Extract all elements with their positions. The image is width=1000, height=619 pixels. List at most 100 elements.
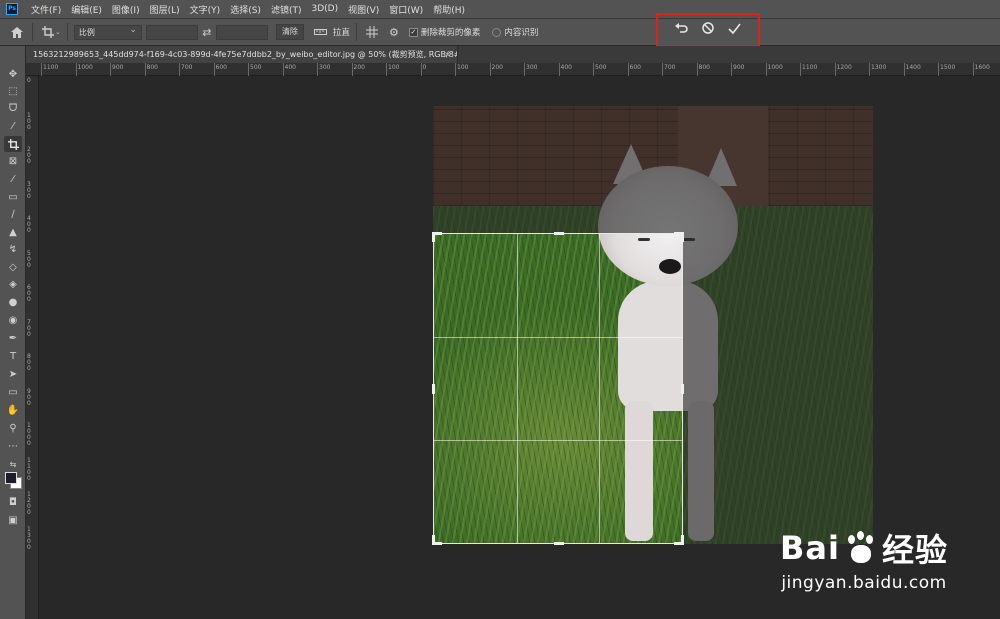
home-icon[interactable] [8, 23, 26, 41]
content-aware-checkbox[interactable] [492, 27, 502, 37]
delete-cropped-checkbox[interactable]: ✓ [408, 27, 418, 37]
eraser-icon[interactable]: ◇ [4, 259, 22, 275]
menu-help[interactable]: 帮助(H) [428, 3, 470, 16]
ruler-tick [938, 63, 939, 76]
ruler-label: 700 [664, 64, 676, 71]
ruler-label: 100 [388, 64, 400, 71]
ruler-label: 900 [27, 387, 31, 407]
stamp-icon[interactable]: ▲ [4, 224, 22, 240]
menu-select[interactable]: 选择(S) [225, 3, 266, 16]
marquee-icon[interactable]: ⬚ [4, 83, 22, 99]
ruler-label: 0 [27, 77, 31, 84]
swap-arrows-icon[interactable]: ⇄ [198, 23, 216, 41]
ruler-tick [386, 63, 387, 76]
hand-icon[interactable]: ✋ [4, 402, 22, 418]
ruler-label: 1100 [802, 64, 818, 71]
screen-mode-icon[interactable]: ▣ [4, 512, 22, 528]
quickmask-icon[interactable]: ◘ [4, 494, 22, 510]
menu-window[interactable]: 窗口(W) [384, 3, 428, 16]
pen-icon[interactable]: ✒ [4, 330, 22, 346]
crop-box[interactable] [432, 232, 684, 545]
grid-overlay-icon[interactable] [363, 23, 381, 41]
eyedropper-icon[interactable]: ⁄ [4, 171, 22, 187]
lasso-icon[interactable]: ᗜ [4, 100, 22, 116]
crop-preset-arrow[interactable]: ⌄ [55, 28, 61, 36]
crop-handle-br[interactable] [681, 535, 684, 545]
ruler-label: 800 [146, 64, 158, 71]
ratio-select[interactable]: 比例 [73, 24, 142, 40]
document-tab[interactable]: 1563212989653_445dd974-f169-4c03-899d-4f… [26, 46, 458, 63]
type-icon[interactable]: T [4, 348, 22, 364]
ruler-tick [41, 63, 42, 76]
crop-shield [433, 106, 873, 233]
close-icon[interactable]: × [444, 46, 451, 63]
crop-handle-left[interactable] [432, 384, 435, 394]
menu-layer[interactable]: 图层(L) [145, 3, 185, 16]
magic-wand-icon[interactable]: ⁄ [4, 118, 22, 134]
ruler-tick [317, 63, 318, 76]
menu-3d[interactable]: 3D(D) [306, 4, 343, 14]
checkmark-icon[interactable] [728, 23, 741, 38]
ruler-label: 900 [112, 64, 124, 71]
more-icon[interactable]: ⋯ [4, 438, 22, 454]
ruler-label: 1500 [940, 64, 956, 71]
ruler-label: 100 [457, 64, 469, 71]
history-brush-icon[interactable]: ↯ [4, 241, 22, 257]
menu-type[interactable]: 文字(Y) [185, 3, 226, 16]
ruler-tick [110, 63, 111, 76]
crop-handle-tr[interactable] [681, 232, 684, 242]
menu-filter[interactable]: 滤镜(T) [266, 3, 307, 16]
paw-icon [844, 531, 878, 565]
straighten-label[interactable]: 拉直 [333, 26, 350, 38]
document-canvas[interactable]: Bai 经验 jingyan.baidu.com [39, 76, 1000, 619]
ruler-label: 500 [250, 64, 262, 71]
crop-shield [683, 233, 873, 544]
dodge-icon[interactable]: ◉ [4, 312, 22, 328]
frame-icon[interactable]: ⊠ [4, 153, 22, 169]
ratio-height-field[interactable] [215, 24, 268, 40]
brush-icon[interactable]: ∕ [4, 206, 22, 222]
horizontal-ruler[interactable]: 1100 1000 900 800 700 600 500 400 300 200 100 0 100 2… [26, 63, 1000, 76]
content-aware-label[interactable]: 内容识别 [504, 26, 538, 38]
ruler-label: 1200 [836, 64, 852, 71]
ruler-tick [662, 63, 663, 76]
move-icon[interactable]: ✥ [4, 66, 22, 82]
ruler-label: 1300 [871, 64, 887, 71]
clear-button[interactable]: 清除 [275, 24, 304, 40]
undo-icon[interactable] [675, 22, 688, 38]
watermark-url: jingyan.baidu.com [781, 573, 947, 593]
crop-handle-right[interactable] [681, 384, 684, 394]
foreground-color-swatch[interactable] [5, 472, 17, 484]
ruler-tick [420, 63, 422, 76]
cancel-icon[interactable] [702, 22, 714, 38]
ruler-tick [455, 63, 456, 76]
healing-icon[interactable]: ▭ [4, 189, 22, 205]
ruler-label: 1000 [27, 422, 31, 447]
blur-icon[interactable]: ● [4, 294, 22, 310]
menu-file[interactable]: 文件(F) [26, 3, 66, 16]
ruler-tick [213, 63, 215, 76]
crop-handle-bottom[interactable] [554, 542, 564, 545]
vertical-ruler[interactable]: 0 100 200 300 400 500 600 700 800 900 1000 1100 1200… [26, 76, 39, 619]
document-tab-title: 1563212989653_445dd974-f169-4c03-899d-4f… [33, 50, 458, 59]
ratio-width-field[interactable] [145, 24, 198, 40]
path-select-icon[interactable]: ➤ [4, 366, 22, 382]
swap-colors-icon[interactable]: ⇆ [4, 456, 22, 472]
bucket-icon[interactable]: ◈ [4, 276, 22, 292]
ruler-label: 1300 [27, 525, 31, 551]
ruler-tick [144, 63, 146, 76]
ruler-tick [524, 63, 525, 76]
zoom-icon[interactable]: ⚲ [4, 420, 22, 436]
menu-image[interactable]: 图像(I) [107, 3, 145, 16]
menu-edit[interactable]: 编辑(E) [66, 3, 107, 16]
gear-icon[interactable]: ⚙ [385, 23, 403, 41]
crop-handle-tl[interactable] [432, 232, 435, 242]
delete-cropped-label[interactable]: 删除裁剪的像素 [421, 26, 481, 38]
crop-tool-icon[interactable] [4, 136, 22, 152]
menu-view[interactable]: 视图(V) [343, 3, 384, 16]
straighten-icon[interactable] [312, 23, 330, 41]
ruler-label: 400 [284, 64, 296, 71]
rectangle-icon[interactable]: ▭ [4, 384, 22, 400]
crop-handle-top[interactable] [554, 232, 564, 235]
crop-handle-bl[interactable] [432, 535, 435, 545]
